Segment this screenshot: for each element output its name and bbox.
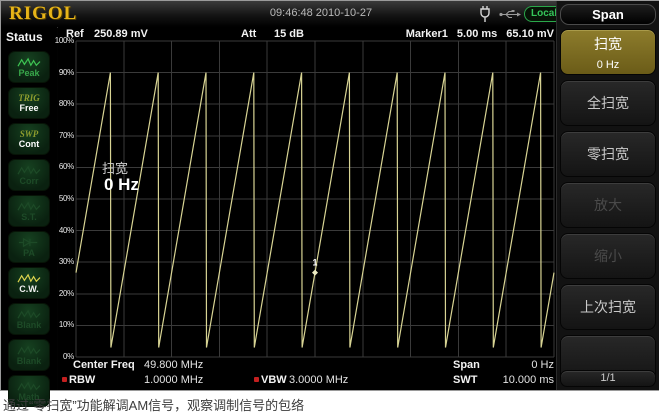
- plot-svg: 1: [76, 41, 554, 357]
- y-tick-label: 20%: [54, 289, 74, 298]
- y-tick-label: 100%: [54, 36, 74, 45]
- softkey-label: 缩小: [594, 246, 622, 266]
- status-item-free: TRIGFree: [8, 87, 50, 119]
- att-value: 15 dB: [274, 28, 304, 40]
- softkey-缩小[interactable]: 缩小: [560, 233, 656, 279]
- rigol-logo: RIGOL: [9, 3, 77, 25]
- status-item-cw: C.W.: [8, 267, 50, 299]
- figure-caption: 通过“零扫宽”功能解调AM信号，观察调制信号的包络: [3, 395, 304, 414]
- softkey-上次扫宽[interactable]: 上次扫宽: [560, 284, 656, 330]
- instrument-screen: RIGOL 09:46:48 2010-10-27 Local Status P…: [0, 0, 659, 391]
- vbw-value: 3.0000 MHz: [289, 374, 348, 386]
- status-item-top-label: TRIG: [18, 94, 40, 103]
- span-overlay-value: 0 Hz: [104, 175, 139, 195]
- status-panel-title: Status: [1, 27, 57, 44]
- softkey-扫宽[interactable]: 扫宽 0 Hz: [560, 29, 656, 75]
- y-tick-label: 0%: [54, 352, 74, 361]
- rbw-value: 1.0000 MHz: [144, 374, 203, 386]
- y-tick-label: 40%: [54, 226, 74, 235]
- softkey-label: 放大: [594, 195, 622, 215]
- marker-readout: Marker1 5.00 ms 65.10 mV: [406, 28, 554, 40]
- att-label: Att: [241, 28, 256, 40]
- softkey-menu: Span 扫宽 0 Hz 全扫宽零扫宽放大缩小上次扫宽 1/1: [556, 1, 659, 390]
- marker-time: 5.00 ms: [457, 28, 497, 40]
- softkey-零扫宽[interactable]: 零扫宽: [560, 131, 656, 177]
- rigol-screenshot-page: RIGOL 09:46:48 2010-10-27 Local Status P…: [0, 0, 661, 417]
- span-value: 0 Hz: [488, 359, 554, 371]
- marker-value: 65.10 mV: [506, 28, 554, 40]
- ref-value: 250.89 mV: [94, 28, 148, 40]
- status-item-blank: Blank: [8, 339, 50, 371]
- y-tick-label: 60%: [54, 162, 74, 171]
- waveform-icon: [16, 345, 42, 356]
- y-tick-label: 90%: [54, 68, 74, 77]
- menu-title: Span: [560, 4, 656, 25]
- status-item-label: PA: [23, 248, 35, 258]
- waveform-icon: [16, 165, 42, 176]
- y-tick-label: 30%: [54, 257, 74, 266]
- softkey-全扫宽[interactable]: 全扫宽: [560, 80, 656, 126]
- status-item-label: C.W.: [19, 284, 39, 294]
- softkey-label: 扫宽: [594, 34, 622, 54]
- datetime-display: 09:46:48 2010-10-27: [201, 7, 441, 19]
- status-item-label: Corr: [19, 176, 38, 186]
- softkey-label: 上次扫宽: [580, 297, 636, 317]
- swt-label: SWT: [453, 374, 477, 386]
- status-item-blank: Blank: [8, 303, 50, 335]
- marker-flag: 1: [312, 258, 317, 268]
- status-item-label: Cont: [19, 139, 40, 149]
- top-bar: RIGOL 09:46:48 2010-10-27 Local: [1, 1, 556, 28]
- status-item-label: Blank: [17, 320, 42, 330]
- softkey-sub-value: 0 Hz: [597, 59, 620, 71]
- marker-name: Marker1: [406, 28, 448, 40]
- rbw-coupled-indicator: [62, 377, 67, 382]
- softkey-label: 全扫宽: [587, 93, 629, 113]
- status-item-label: Free: [19, 103, 38, 113]
- menu-buttons: 扫宽 0 Hz 全扫宽零扫宽放大缩小上次扫宽: [560, 29, 656, 386]
- softkey-label: 零扫宽: [587, 144, 629, 164]
- menu-page-indicator[interactable]: 1/1: [560, 370, 656, 387]
- swt-value: 10.000 ms: [478, 374, 554, 386]
- waveform-icon: [16, 381, 42, 392]
- waveform-icon: [16, 57, 42, 68]
- waveform-icon: [16, 201, 42, 212]
- diode-icon: [16, 237, 42, 248]
- y-tick-label: 70%: [54, 131, 74, 140]
- span-label: Span: [453, 359, 480, 371]
- waveform-icon: [16, 273, 42, 284]
- status-item-corr: Corr: [8, 159, 50, 191]
- trace-display: Ref 250.89 mV Att 15 dB Marker1 5.00 ms …: [58, 27, 556, 390]
- center-freq-label: Center Freq: [73, 359, 135, 371]
- status-item-label: S.T.: [21, 212, 37, 222]
- marker-diamond-icon: [312, 270, 318, 276]
- usb-icon: [499, 9, 521, 20]
- power-plug-icon: [478, 5, 492, 23]
- waveform-icon: [16, 309, 42, 320]
- vbw-label: VBW: [261, 374, 287, 386]
- status-item-cont: SWPCont: [8, 123, 50, 155]
- status-item-top-label: SWP: [20, 130, 39, 139]
- status-items: Peak TRIGFree SWPCont Corr S.T. PA C.W. Blank Bl…: [8, 51, 50, 407]
- status-panel: Status Peak TRIGFree SWPCont Corr S.T. PA C.W.…: [1, 27, 57, 390]
- y-tick-label: 80%: [54, 99, 74, 108]
- status-item-label: Blank: [17, 356, 42, 366]
- status-item-st: S.T.: [8, 195, 50, 227]
- y-tick-label: 10%: [54, 320, 74, 329]
- softkey-放大[interactable]: 放大: [560, 182, 656, 228]
- vbw-coupled-indicator: [254, 377, 259, 382]
- status-item-label: Peak: [18, 68, 39, 78]
- y-tick-label: 50%: [54, 194, 74, 203]
- rbw-label: RBW: [69, 374, 95, 386]
- status-item-pa: PA: [8, 231, 50, 263]
- status-item-peak: Peak: [8, 51, 50, 83]
- center-freq-value: 49.800 MHz: [144, 359, 203, 371]
